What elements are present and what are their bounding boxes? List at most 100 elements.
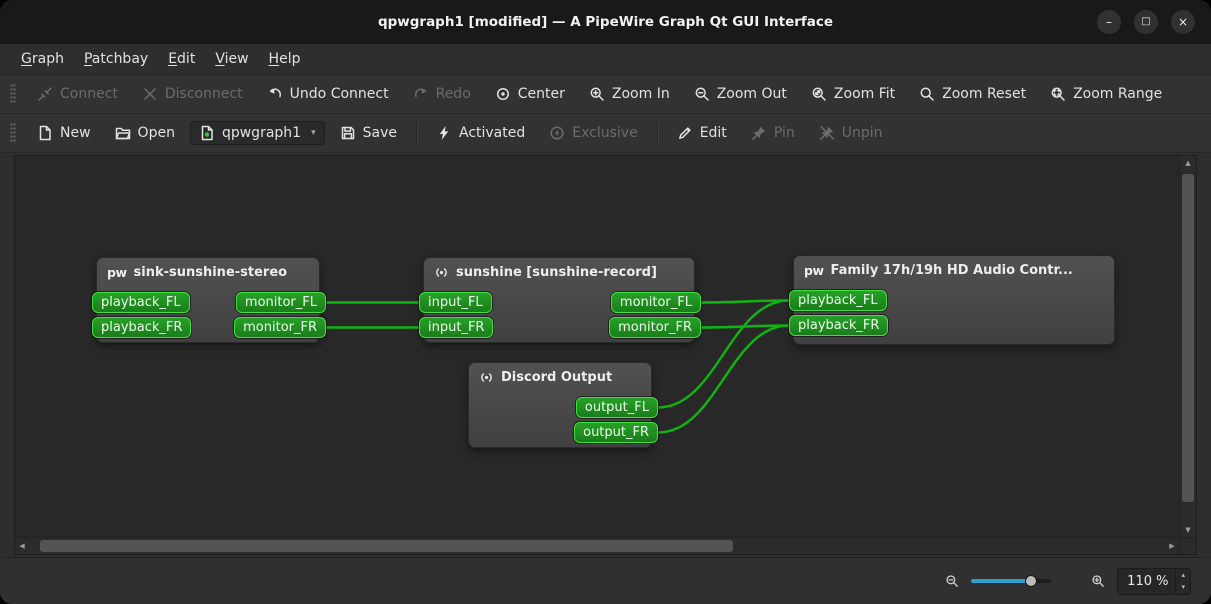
scroll-down-button[interactable]: ▼ — [1180, 523, 1196, 537]
connections-layer — [15, 156, 1179, 537]
port-output_FR[interactable]: output_FR — [574, 422, 658, 443]
center-icon — [495, 86, 511, 102]
undo-icon — [267, 86, 283, 102]
redo-icon — [413, 86, 429, 102]
undo-connect-button[interactable]: Undo Connect — [258, 81, 398, 107]
graph-canvas[interactable]: pwsink-sunshine-stereoplayback_FLmonitor… — [15, 156, 1179, 537]
menu-graph[interactable]: Graph — [12, 48, 73, 70]
port-monitor_FL[interactable]: monitor_FL — [611, 292, 701, 313]
scroll-left-button[interactable]: ◀ — [15, 538, 29, 554]
node-sink-sunshine-stereo[interactable]: pwsink-sunshine-stereoplayback_FLmonitor… — [96, 257, 320, 343]
new-button[interactable]: New — [28, 120, 100, 146]
vertical-scrollbar[interactable]: ▲ ▼ — [1179, 156, 1196, 537]
port-input_FL[interactable]: input_FL — [419, 292, 492, 313]
scroll-right-button[interactable]: ▶ — [1165, 538, 1179, 554]
zoom-spinbox[interactable]: 110 % ▴ ▾ — [1117, 568, 1191, 595]
zoom-out-button[interactable]: Zoom Out — [685, 81, 796, 107]
zoom-slider[interactable] — [971, 574, 1051, 588]
disconnect-button: Disconnect — [133, 81, 252, 107]
exclusive-button: Exclusive — [540, 120, 646, 146]
zoom-reset-button[interactable]: Zoom Reset — [910, 81, 1035, 107]
open-button[interactable]: Open — [106, 120, 184, 146]
port-playback_FR[interactable]: playback_FR — [92, 317, 191, 338]
port-playback_FL[interactable]: playback_FL — [92, 292, 190, 313]
spin-arrows: ▴ ▾ — [1175, 569, 1190, 593]
patchbay-file-icon — [199, 125, 215, 141]
zoom-slider-handle[interactable] — [1025, 575, 1037, 587]
zoom-range-label: Zoom Range — [1073, 86, 1162, 102]
node-discord-output[interactable]: Discord Outputoutput_FLoutput_FR — [468, 362, 652, 448]
zoom-slider-fill — [971, 579, 1031, 583]
menu-patchbay[interactable]: Patchbay — [75, 48, 157, 70]
toolbar-grip[interactable] — [10, 123, 16, 143]
maximize-icon: □ — [1141, 17, 1150, 27]
horizontal-scrollbar[interactable]: ◀ ▶ — [15, 538, 1179, 554]
zoom-out-label: Zoom Out — [717, 86, 787, 102]
maximize-button[interactable]: □ — [1134, 10, 1158, 34]
zoom-range-icon — [1050, 86, 1066, 102]
node-sunshine[interactable]: sunshine [sunshine-record]input_FLmonito… — [423, 257, 695, 343]
port-monitor_FR[interactable]: monitor_FR — [609, 317, 701, 338]
minimize-icon: – — [1106, 16, 1112, 28]
chevron-down-icon: ▾ — [311, 128, 316, 138]
zoom-reset-icon — [919, 86, 935, 102]
port-playback_FL[interactable]: playback_FL — [789, 290, 887, 311]
port-playback_FR[interactable]: playback_FR — [789, 315, 888, 336]
zoom-fit-button[interactable]: Zoom Fit — [802, 81, 904, 107]
audio-device-icon — [479, 370, 494, 385]
save-icon — [340, 125, 356, 141]
port-output_FL[interactable]: output_FL — [576, 397, 658, 418]
unpin-icon — [819, 125, 835, 141]
zoom-range-button[interactable]: Zoom Range — [1041, 81, 1171, 107]
toolbar-separator — [657, 122, 658, 144]
zoom-in-label: Zoom In — [612, 86, 670, 102]
edit-icon — [677, 125, 693, 141]
menu-edit[interactable]: Edit — [159, 48, 204, 70]
scroll-right-icon: ▶ — [1169, 542, 1174, 550]
toolbar-separator — [416, 122, 417, 144]
save-button[interactable]: Save — [331, 120, 406, 146]
zoom-out-icon — [694, 86, 710, 102]
titlebar[interactable]: qpwgraph1 [modified] — A PipeWire Graph … — [0, 0, 1211, 44]
undo-connect-label: Undo Connect — [290, 86, 389, 102]
vertical-scrollbar-track[interactable] — [1180, 170, 1196, 523]
connect-icon — [37, 86, 53, 102]
zoom-in-button[interactable]: Zoom In — [580, 81, 679, 107]
activated-button[interactable]: Activated — [427, 120, 534, 146]
new-label: New — [60, 125, 91, 141]
menu-view[interactable]: View — [206, 48, 257, 70]
spin-down-button[interactable]: ▾ — [1176, 581, 1190, 593]
scroll-up-button[interactable]: ▲ — [1180, 156, 1196, 170]
app-window: qpwgraph1 [modified] — A PipeWire Graph … — [0, 0, 1211, 604]
connect-button: Connect — [28, 81, 127, 107]
center-button[interactable]: Center — [486, 81, 574, 107]
exclusive-icon — [549, 125, 565, 141]
open-folder-icon — [115, 125, 131, 141]
menu-help[interactable]: Help — [260, 48, 310, 70]
node-title: sunshine [sunshine-record] — [456, 265, 657, 280]
node-title: Family 17h/19h HD Audio Contr... — [831, 263, 1073, 278]
connect-label: Connect — [60, 86, 118, 102]
activated-label: Activated — [459, 125, 525, 141]
patchbay-combo-button[interactable]: qpwgraph1▾ — [190, 121, 325, 145]
menubar: GraphPatchbayEditViewHelp — [0, 44, 1211, 75]
toolbar-grip[interactable] — [10, 84, 16, 104]
activated-icon — [436, 125, 452, 141]
horizontal-scrollbar-thumb[interactable] — [40, 540, 733, 552]
port-monitor_FL[interactable]: monitor_FL — [236, 292, 326, 313]
edit-button[interactable]: Edit — [668, 120, 736, 146]
disconnect-icon — [142, 86, 158, 102]
minimize-button[interactable]: – — [1097, 10, 1121, 34]
horizontal-scrollbar-track[interactable] — [29, 538, 1165, 554]
close-button[interactable]: × — [1171, 10, 1195, 34]
port-input_FR[interactable]: input_FR — [419, 317, 493, 338]
port-monitor_FR[interactable]: monitor_FR — [234, 317, 326, 338]
zoom-out-icon — [945, 574, 959, 588]
exclusive-label: Exclusive — [572, 125, 637, 141]
node-title: sink-sunshine-stereo — [134, 265, 288, 280]
spin-up-button[interactable]: ▴ — [1176, 569, 1190, 581]
file-toolbar: New Openqpwgraph1▾Save Activated Exclusive E… — [0, 114, 1211, 153]
redo-label: Redo — [436, 86, 471, 102]
node-family-hd-audio[interactable]: pwFamily 17h/19h HD Audio Contr...playba… — [793, 255, 1115, 345]
vertical-scrollbar-thumb[interactable] — [1182, 174, 1194, 502]
